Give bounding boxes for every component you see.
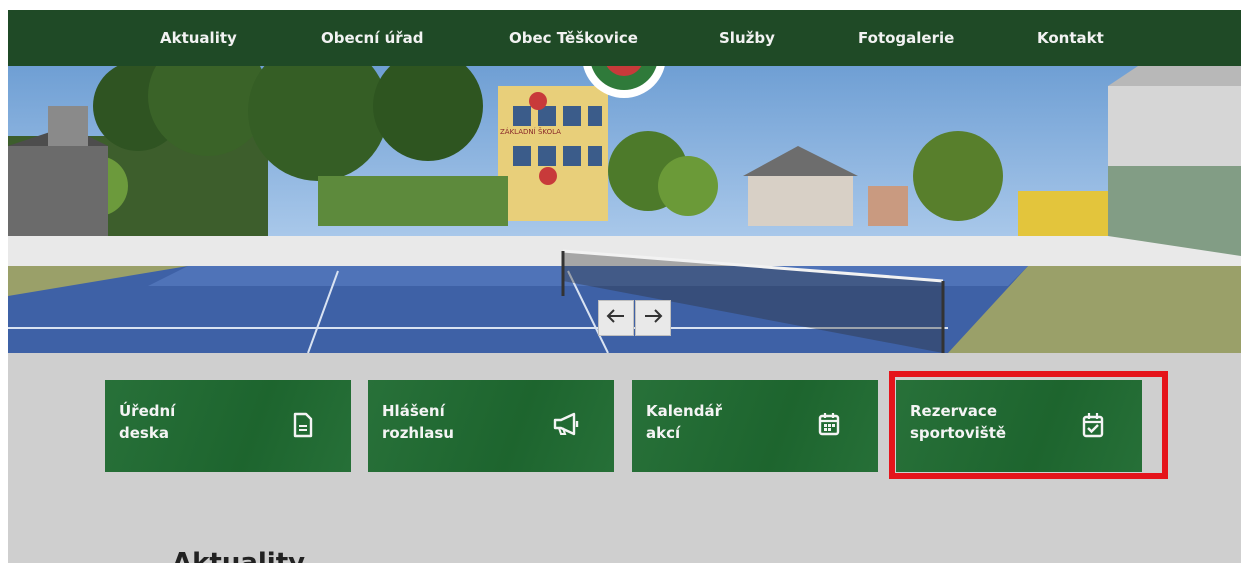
section-title: Aktuality: [172, 548, 306, 563]
prev-slide-button[interactable]: [598, 300, 634, 336]
svg-text:ZÁKLADNÍ ŠKOLA: ZÁKLADNÍ ŠKOLA: [500, 127, 561, 136]
nav-item-sluzby[interactable]: Služby: [719, 10, 775, 66]
nav-item-kontakt[interactable]: Kontakt: [1037, 10, 1104, 66]
main-nav: Aktuality Obecní úřad Obec Těškovice Slu…: [8, 10, 1241, 66]
arrow-left-icon: [606, 308, 626, 328]
tile-label: Úřední deska: [119, 402, 176, 442]
next-slide-button[interactable]: [635, 300, 671, 336]
highlight-frame: [889, 371, 1168, 479]
nav-item-obec-teskovice[interactable]: Obec Těškovice: [509, 10, 638, 66]
tile-label: Hlášení rozhlasu: [382, 402, 454, 442]
tile-label: Kalendář akcí: [646, 402, 722, 442]
nav-item-obecni-urad[interactable]: Obecní úřad: [321, 10, 424, 66]
nav-item-aktuality[interactable]: Aktuality: [160, 10, 237, 66]
page: Aktuality Obecní úřad Obec Těškovice Slu…: [8, 10, 1241, 563]
tile-kalendar-akci[interactable]: Kalendář akcí: [632, 380, 878, 472]
nav-item-fotogalerie[interactable]: Fotogalerie: [858, 10, 954, 66]
calendar-icon: [818, 412, 840, 440]
tile-uredni-deska[interactable]: Úřední deska: [105, 380, 351, 472]
document-icon: [293, 412, 313, 442]
arrow-right-icon: [643, 308, 663, 328]
megaphone-icon: [552, 412, 580, 440]
tile-hlaseni-rozhlasu[interactable]: Hlášení rozhlasu: [368, 380, 614, 472]
